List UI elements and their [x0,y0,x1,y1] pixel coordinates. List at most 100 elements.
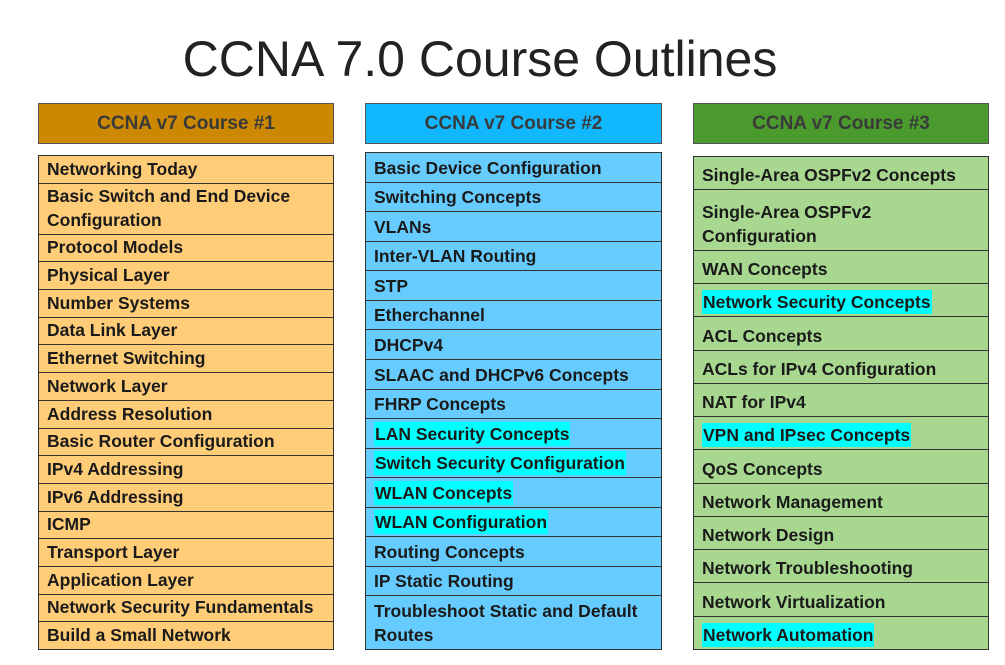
course-1-topic: Number Systems [39,290,333,318]
topic-label: Network Design [702,525,835,546]
course-3-topic: NAT for IPv4 [694,384,988,418]
topic-label: IPv4 Addressing [47,458,184,479]
topic-label: ICMP [47,514,91,535]
topic-label: Network Security Fundamentals [47,597,314,618]
topic-label: FHRP Concepts [374,394,506,415]
topic-label: Basic Switch and End Device Configuratio… [47,185,291,230]
topic-label: Switching Concepts [374,187,542,208]
course-3-topic: VPN and IPsec Concepts [694,417,988,451]
topic-label: DHCPv4 [374,334,444,355]
topic-label: Data Link Layer [47,320,178,341]
course-3-topic: Network Troubleshooting [694,550,988,584]
topic-label: STP [374,275,409,296]
topic-label: Ethernet Switching [47,348,206,369]
topic-label: Network Management [702,491,883,512]
course-3-topic: Single-Area OSPFv2 Configuration [694,190,988,251]
course-1-topic: Physical Layer [39,262,333,291]
topic-label: Number Systems [47,292,190,313]
topic-label: Application Layer [47,569,194,590]
course-2-topic: Switching Concepts [366,183,661,213]
course-3-topic: Network Automation [694,617,988,649]
topic-label: Network Security Concepts [702,290,932,315]
page-title: CCNA 7.0 Course Outlines [182,31,778,87]
topic-label: Routing Concepts [374,541,525,562]
topic-label: VLANs [374,216,432,237]
course-2-topic: SLAAC and DHCPv6 Concepts [366,360,661,390]
course-3-topic: WAN Concepts [694,251,988,285]
topic-label: Network Layer [47,375,168,396]
course-3-topic: ACLs for IPv4 Configuration [694,351,988,384]
course-1-topic: Ethernet Switching [39,345,333,374]
course-3-topic: Network Design [694,517,988,551]
topic-label: Basic Device Configuration [374,157,602,178]
course-1-topic: Data Link Layer [39,318,333,346]
topic-label: Network Troubleshooting [702,558,913,579]
course-3-topic: Network Security Concepts [694,284,988,318]
topic-label: Basic Router Configuration [47,431,275,452]
topic-label: VPN and IPsec Concepts [702,423,912,448]
course-2-topic: WLAN Configuration [366,508,661,538]
topic-label: Protocol Models [47,237,184,258]
course-3-header: CCNA v7 Course #3 [693,103,989,144]
course-2-topic: LAN Security Concepts [366,419,661,449]
topic-label: WLAN Configuration [374,510,549,535]
course-2-list: Basic Device Configuration Switching Conc… [365,152,662,650]
course-1-topic: Basic Router Configuration [39,429,333,457]
topic-label: Physical Layer [47,265,170,286]
course-3-topic: Network Virtualization [694,583,988,617]
course-1-topic: IPv6 Addressing [39,484,333,512]
course-1-topic: Basic Switch and End Device Configuratio… [39,184,333,235]
course-3-topic: Single-Area OSPFv2 Concepts [694,157,988,191]
topic-label: SLAAC and DHCPv6 Concepts [374,364,629,385]
course-2-topic: WLAN Concepts [366,478,661,508]
course-2-topic: Troubleshoot Static and Default Routes [366,596,661,648]
topic-label: QoS Concepts [702,458,823,479]
course-3-topic: QoS Concepts [694,450,988,484]
topic-label: Etherchannel [374,305,485,326]
course-3-topic: Network Management [694,484,988,517]
topic-label: WLAN Concepts [374,480,514,505]
course-1-topic: Protocol Models [39,235,333,263]
course-1-topic: Network Security Fundamentals [39,595,333,623]
course-2-topic: Etherchannel [366,301,661,331]
course-2-topic: Basic Device Configuration [366,153,661,183]
topic-label: Transport Layer [47,541,180,562]
topic-label: IP Static Routing [374,571,514,592]
topic-label: Address Resolution [47,403,213,424]
topic-label: Build a Small Network [47,625,231,645]
course-2-topic: Switch Security Configuration [366,449,661,479]
course-2-topic: FHRP Concepts [366,390,661,420]
course-1-topic: ICMP [39,512,333,540]
course-2-topic: DHCPv4 [366,330,661,360]
topic-label: LAN Security Concepts [374,421,571,446]
course-1-topic: Build a Small Network [39,622,333,649]
course-2-topic: Routing Concepts [366,537,661,567]
course-2-topic: IP Static Routing [366,567,661,597]
course-1-topic: Network Layer [39,373,333,401]
course-1-header: CCNA v7 Course #1 [38,103,334,144]
course-1-topic: Networking Today [39,156,333,184]
course-1-topic: Address Resolution [39,401,333,429]
topic-label: Inter-VLAN Routing [374,246,537,267]
topic-label: Network Automation [702,622,875,647]
course-2-topic: VLANs [366,212,661,242]
course-3-topic: ACL Concepts [694,317,988,351]
course-2-header: CCNA v7 Course #2 [365,103,662,144]
course-2-topic: Inter-VLAN Routing [366,242,661,272]
topic-label: Single-Area OSPFv2 Configuration [702,201,872,246]
topic-label: IPv6 Addressing [47,486,184,507]
course-1-topic: Transport Layer [39,539,333,567]
course-3-list: Single-Area OSPFv2 Concepts Single-Area O… [693,156,989,650]
topic-label: Switch Security Configuration [374,451,626,476]
topic-label: ACLs for IPv4 Configuration [702,358,937,379]
topic-label: NAT for IPv4 [702,392,806,413]
topic-label: Networking Today [47,158,198,179]
topic-label: WAN Concepts [702,259,828,280]
topic-label: Single-Area OSPFv2 Concepts [702,165,956,186]
course-1-topic: Application Layer [39,567,333,595]
course-2-topic: STP [366,271,661,301]
topic-label: Troubleshoot Static and Default Routes [374,600,638,645]
course-1-topic: IPv4 Addressing [39,456,333,484]
topic-label: Network Virtualization [702,591,886,612]
course-1-list: Networking Today Basic Switch and End Dev… [38,155,334,650]
